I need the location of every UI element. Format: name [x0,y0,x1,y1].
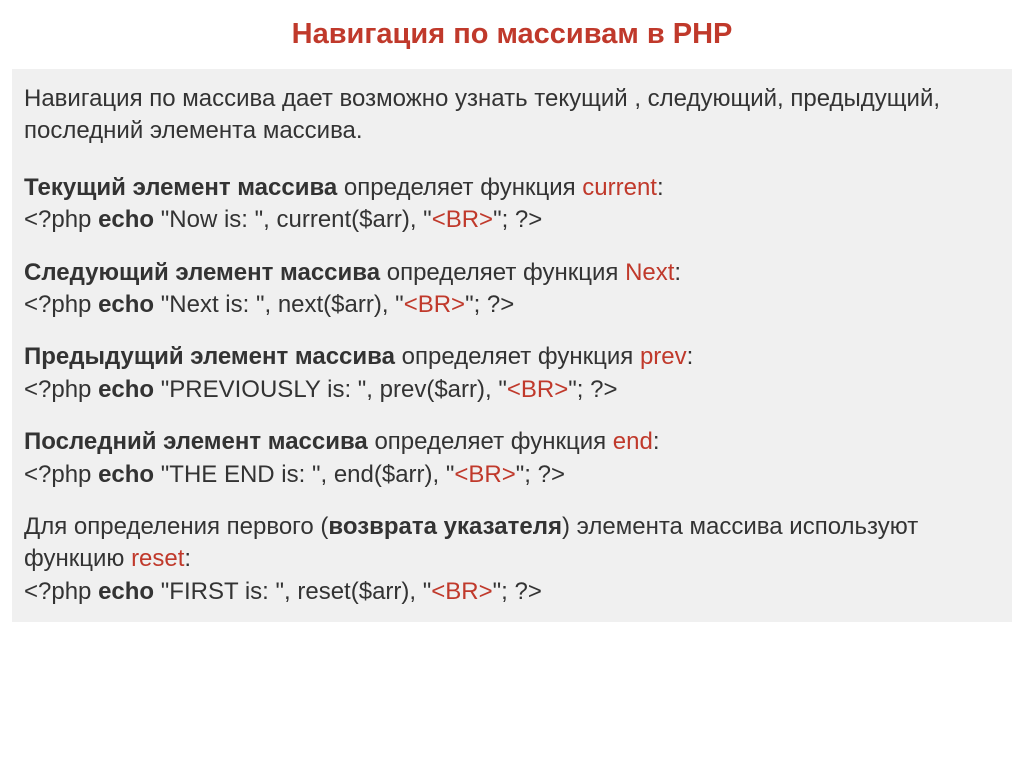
rest-text: определяет функция [337,174,582,201]
slide-title: Навигация по массивам в PHP [12,18,1012,51]
code-next: <?php echo "Next is: ", next($arr), "<BR… [24,289,1000,321]
code-mid: "THE END is: ", end($arr), " [154,461,454,488]
code-echo: echo [98,461,154,488]
code-reset: <?php echo "FIRST is: ", reset($arr), "<… [24,576,1000,608]
code-prefix: <?php [24,578,98,605]
code-echo: echo [98,376,154,403]
code-suffix: "; ?> [465,291,514,318]
code-suffix: "; ?> [516,461,565,488]
slide: Навигация по массивам в PHP Навигация по… [0,0,1024,767]
bold-text: возврата указателя [328,513,562,540]
code-tag: <BR> [404,291,465,318]
code-echo: echo [98,578,154,605]
section-next: Следующий элемент массива определяет фун… [24,257,1000,322]
code-mid: "Now is: ", current($arr), " [154,206,432,233]
code-prefix: <?php [24,291,98,318]
code-prefix: <?php [24,376,98,403]
heading-prev: Предыдущий элемент массива определяет фу… [24,341,1000,373]
rest-text: определяет функция [395,343,640,370]
rest-text: определяет функция [380,259,625,286]
code-suffix: "; ?> [493,578,542,605]
code-mid: "PREVIOUSLY is: ", prev($arr), " [154,376,507,403]
code-tag: <BR> [454,461,515,488]
code-suffix: "; ?> [568,376,617,403]
func-name: current [582,174,657,201]
func-name: reset [131,545,184,572]
code-end: <?php echo "THE END is: ", end($arr), "<… [24,459,1000,491]
func-name: Next [625,259,674,286]
code-tag: <BR> [431,578,492,605]
func-name: prev [640,343,687,370]
bold-text: Предыдущий элемент массива [24,343,395,370]
code-current: <?php echo "Now is: ", current($arr), "<… [24,204,1000,236]
section-reset: Для определения первого (возврата указат… [24,511,1000,608]
code-echo: echo [98,291,154,318]
intro-text: Навигация по массива дает возможно узнат… [24,83,1000,148]
bold-text: Текущий элемент массива [24,174,337,201]
heading-current: Текущий элемент массива определяет функц… [24,172,1000,204]
pre-text: Для определения первого ( [24,513,328,540]
code-prefix: <?php [24,461,98,488]
section-end: Последний элемент массива определяет фун… [24,426,1000,491]
code-tag: <BR> [432,206,493,233]
bold-text: Последний элемент массива [24,428,368,455]
func-name: end [613,428,653,455]
code-mid: "Next is: ", next($arr), " [154,291,404,318]
heading-next: Следующий элемент массива определяет фун… [24,257,1000,289]
code-mid: "FIRST is: ", reset($arr), " [154,578,431,605]
code-tag: <BR> [507,376,568,403]
heading-end: Последний элемент массива определяет фун… [24,426,1000,458]
code-echo: echo [98,206,154,233]
heading-reset: Для определения первого (возврата указат… [24,511,1000,576]
code-prefix: <?php [24,206,98,233]
section-prev: Предыдущий элемент массива определяет фу… [24,341,1000,406]
content-area: Навигация по массива дает возможно узнат… [12,69,1012,622]
code-prev: <?php echo "PREVIOUSLY is: ", prev($arr)… [24,374,1000,406]
bold-text: Следующий элемент массива [24,259,380,286]
section-current: Текущий элемент массива определяет функц… [24,172,1000,237]
rest-text: определяет функция [368,428,613,455]
code-suffix: "; ?> [493,206,542,233]
